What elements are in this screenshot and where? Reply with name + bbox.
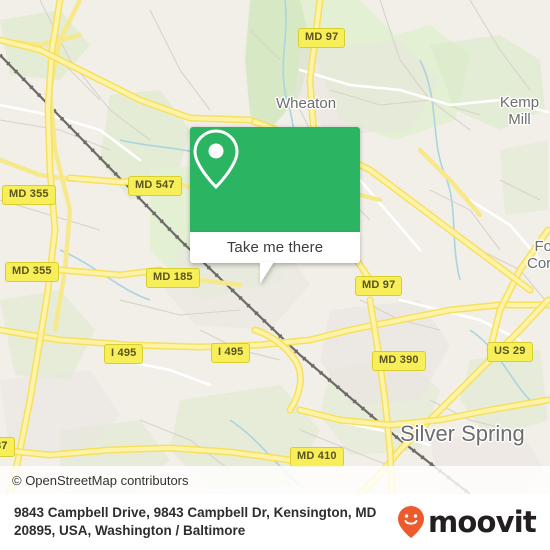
- take-me-there-label: Take me there: [226, 239, 324, 256]
- attribution-text: © OpenStreetMap contributors: [12, 472, 189, 488]
- road-shield: MD 97: [298, 28, 346, 48]
- road-shield: 87: [0, 437, 15, 457]
- map-canvas[interactable]: .park{fill:#d7e9c4;} .park2{fill:#e3f0d4…: [0, 0, 550, 494]
- footer-bar: 9843 Campbell Drive, 9843 Campbell Dr, K…: [0, 494, 550, 550]
- map-attribution: © OpenStreetMap contributors: [0, 466, 550, 494]
- road-shield: MD 97: [355, 276, 403, 296]
- road-shield: MD 547: [128, 176, 182, 196]
- road-shield: I 495: [211, 343, 251, 363]
- moovit-pin-smile-icon: [398, 506, 425, 538]
- map-share-card: .park{fill:#d7e9c4;} .park2{fill:#e3f0d4…: [0, 0, 550, 550]
- road-shield: US 29: [487, 342, 533, 362]
- moovit-brand: moovit: [396, 504, 537, 539]
- address-text: 9843 Campbell Drive, 9843 Campbell Dr, K…: [14, 505, 377, 538]
- road-shield: MD 185: [146, 268, 200, 288]
- place-label: Silver Spring: [400, 421, 525, 446]
- road-shield: MD 410: [290, 447, 344, 467]
- place-label: Wheaton: [276, 95, 337, 112]
- callout-tail: [260, 262, 274, 284]
- callout-header: [190, 127, 360, 232]
- location-callout[interactable]: Take me there: [190, 127, 360, 284]
- place-label: Fo Corn: [527, 238, 550, 272]
- road-shield: MD 355: [5, 262, 59, 282]
- moovit-wordmark: moovit: [428, 504, 537, 539]
- road-shield: I 495: [104, 344, 144, 364]
- road-shield: MD 355: [2, 185, 56, 205]
- map-pin-icon: [193, 129, 239, 190]
- place-label: Kemp Mill: [499, 94, 540, 128]
- callout-footer[interactable]: Take me there: [190, 232, 360, 284]
- road-shield: MD 390: [372, 351, 426, 371]
